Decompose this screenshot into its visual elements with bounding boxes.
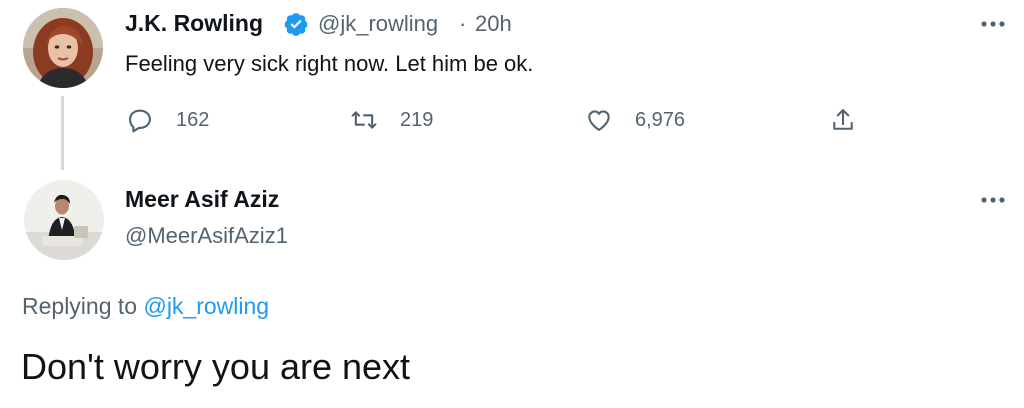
thread-line xyxy=(61,96,64,170)
reply-count: 162 xyxy=(176,108,210,131)
avatar[interactable] xyxy=(23,8,103,88)
comment-icon xyxy=(129,109,151,133)
share-icon xyxy=(833,109,853,130)
like-count: 6,976 xyxy=(635,108,686,131)
retweet-icon xyxy=(351,111,377,129)
replying-to-label: Replying to xyxy=(22,293,138,319)
author-handle[interactable]: @MeerAsifAziz1 xyxy=(125,223,288,249)
profile-photo-meer-asif-aziz xyxy=(24,180,104,260)
reply-button[interactable]: 162 xyxy=(126,106,209,134)
tweet-text: Feeling very sick right now. Let him be … xyxy=(125,51,534,76)
heart-icon xyxy=(588,110,610,131)
profile-photo-jk-rowling xyxy=(23,8,103,88)
replying-to: Replying to @jk_rowling xyxy=(22,293,269,320)
author-name[interactable]: J.K. Rowling xyxy=(125,10,263,37)
timestamp[interactable]: 20h xyxy=(475,11,512,37)
retweet-button[interactable]: 219 xyxy=(350,106,433,134)
more-options-icon[interactable] xyxy=(976,194,1010,206)
retweet-count: 219 xyxy=(400,108,434,131)
author-name[interactable]: Meer Asif Aziz xyxy=(125,186,279,213)
tweet-text: Don't worry you are next xyxy=(21,346,411,387)
replying-to-handle-link[interactable]: @jk_rowling xyxy=(143,293,269,319)
like-button[interactable]: 6,976 xyxy=(585,106,685,134)
avatar[interactable] xyxy=(24,180,104,260)
separator-dot: · xyxy=(459,11,467,36)
more-options-icon[interactable] xyxy=(976,18,1010,30)
verified-badge-icon xyxy=(284,13,308,36)
author-handle[interactable]: @jk_rowling xyxy=(318,11,438,37)
share-button[interactable] xyxy=(829,106,857,134)
